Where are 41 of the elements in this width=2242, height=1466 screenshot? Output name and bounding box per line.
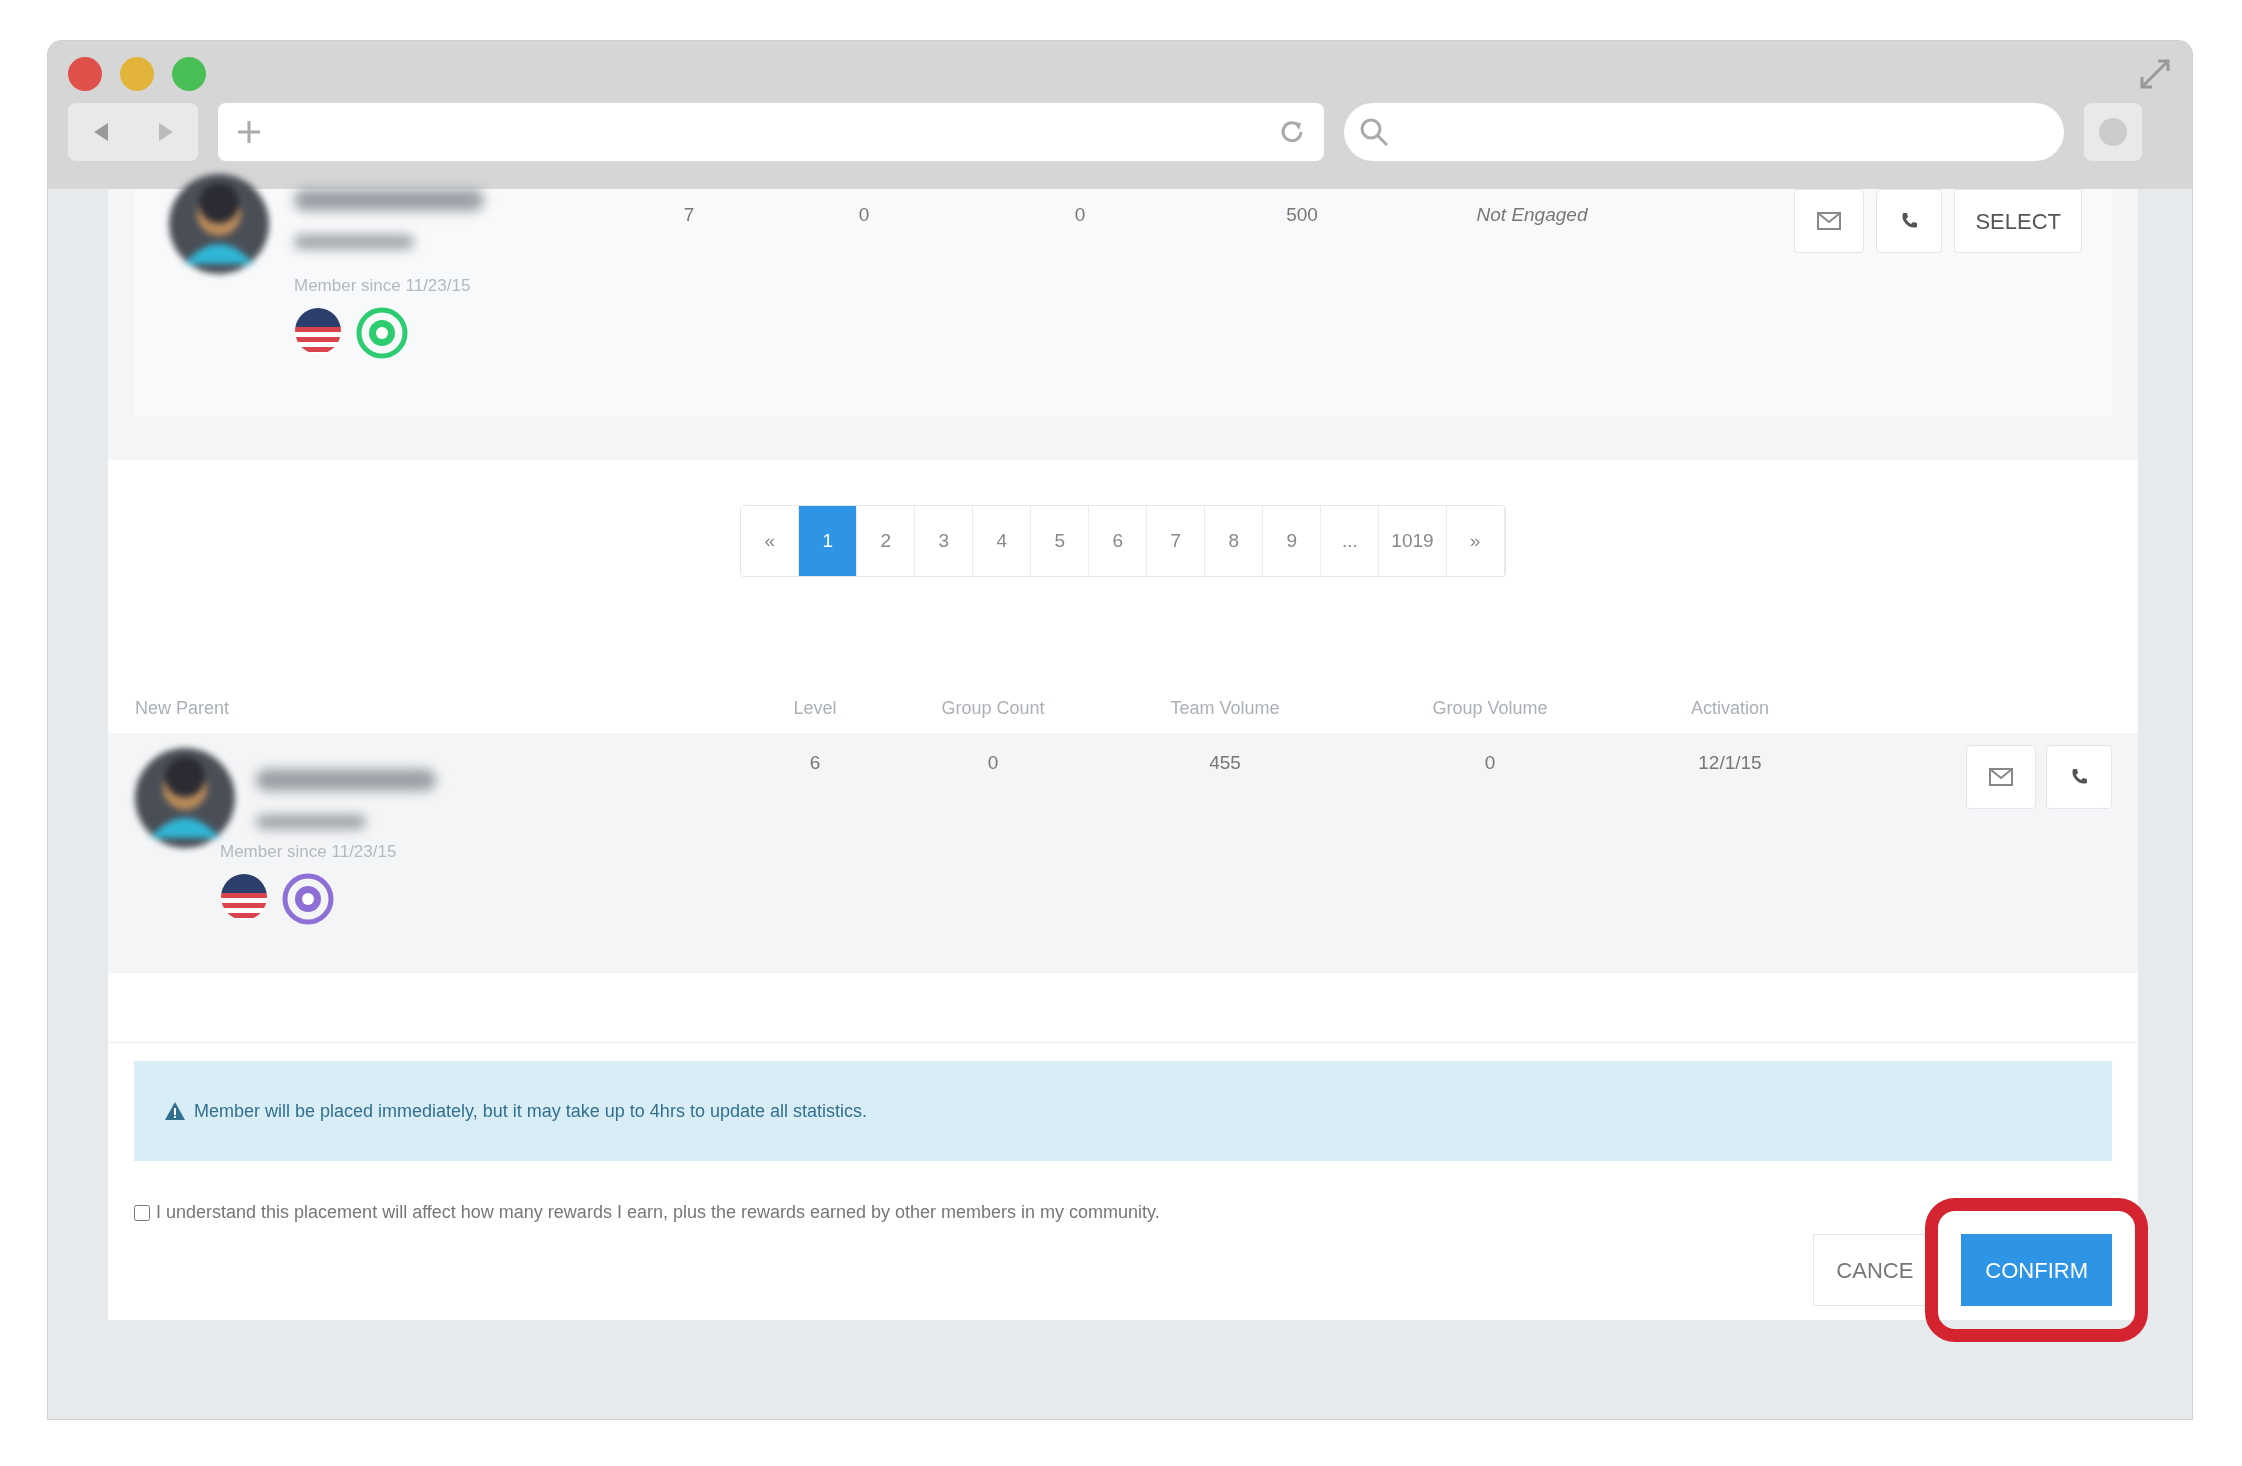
envelope-icon [1817,212,1842,230]
extension-button[interactable] [2084,103,2142,161]
column-header: Group Count [940,697,1046,720]
column-header: Team Volume [1169,697,1281,720]
column-header: Activation [1689,697,1770,720]
table-cell-text: 500 [1285,203,1319,227]
table-cell-text: 0 [857,203,871,227]
column-header: Level [792,697,838,720]
member-since: Member since 11/23/15 [220,841,398,863]
table-cell-text: 6 [808,751,822,775]
email-button[interactable] [1794,189,1865,253]
agreement-checkbox[interactable] [134,1204,150,1221]
table-cell-text: 0 [1073,203,1087,227]
confirm-button[interactable]: CONFIRM [1961,1234,2112,1306]
table-cell-text: 7 [682,203,696,227]
phone-button[interactable] [2046,745,2112,809]
select-button[interactable]: SELECT [1954,189,2082,253]
phone-icon [1899,211,1920,231]
search-icon [1358,116,1390,148]
badge-icon [356,306,408,359]
nav-buttons[interactable] [68,103,198,161]
agreement-label: I understand this placement will affect how many rewards I earn, plus the rewards earned by other members in my community. [156,1201,1160,1224]
envelope-icon [1989,768,2013,786]
plus-icon[interactable] [236,119,262,145]
warning-icon [164,1101,186,1121]
table-cell-text: 12/1/15 [1697,751,1763,775]
page-link[interactable]: 1 [799,506,858,576]
status-cell-text: Not Engaged [1475,203,1589,227]
page-link[interactable]: « [741,506,800,576]
alert-message: Member will be placed immediately, but it may take up to 4hrs to update all statistics. [194,1099,867,1123]
member-since: Member since 11/23/15 [294,275,472,297]
badge-icon [282,872,334,925]
expand-icon[interactable] [2138,57,2172,91]
column-header: New Parent [135,697,231,720]
email-button[interactable] [1966,745,2036,809]
table-cell-text: 0 [986,751,1000,775]
column-header: Group Volume [1431,697,1549,720]
table-cell-text: 455 [1208,751,1242,775]
table-cell-text: 0 [1483,751,1497,775]
phone-button[interactable] [1876,189,1943,253]
phone-icon [2069,767,2089,787]
